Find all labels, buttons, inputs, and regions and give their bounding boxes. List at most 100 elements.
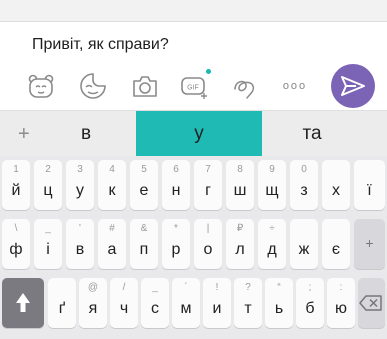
key-ш[interactable]: 8ш — [226, 160, 254, 210]
message-input[interactable]: Привіт, як справи? — [32, 36, 169, 54]
key-hint: / — [122, 282, 126, 293]
key-label: ш — [233, 182, 247, 199]
key-hint: 2 — [45, 164, 51, 175]
key-hint: 0 — [301, 164, 307, 175]
key-label: ь — [274, 300, 284, 317]
key-label: с — [151, 300, 159, 317]
key-і[interactable]: _ і — [34, 219, 62, 269]
key-hint: 4 — [109, 164, 115, 175]
key-ж[interactable]: ж — [290, 219, 318, 269]
key-б[interactable]: ; б — [296, 278, 324, 328]
key-label: а — [107, 241, 117, 258]
key-label: в — [75, 241, 85, 258]
key-hint: @ — [87, 282, 99, 293]
key-т[interactable]: ? т — [234, 278, 262, 328]
key-label: д — [267, 241, 277, 258]
send-button[interactable] — [331, 64, 375, 108]
doodle-icon[interactable] — [230, 71, 260, 101]
key-label: і — [46, 241, 50, 258]
key-label: ї — [367, 182, 372, 199]
key-label: м — [180, 300, 192, 317]
key-hint: : — [339, 282, 343, 293]
key-о[interactable]: | о — [194, 219, 222, 269]
key-ь[interactable]: “ь — [265, 278, 293, 328]
key-hint: _ — [45, 223, 51, 234]
key-х[interactable]: х — [322, 160, 350, 210]
key-label: ч — [119, 300, 129, 317]
key-д[interactable]: ÷ д — [258, 219, 286, 269]
emoji-sticker-icon[interactable] — [78, 71, 108, 101]
key-с[interactable]: _ с — [141, 278, 169, 328]
key-hint: \ — [14, 223, 18, 234]
key-hint: ₽ — [236, 223, 244, 234]
key-label: ю — [335, 300, 347, 317]
new-indicator-dot — [206, 69, 211, 74]
key-щ[interactable]: 9щ — [258, 160, 286, 210]
symbols-plus-key[interactable]: + — [354, 219, 385, 269]
key-я[interactable]: @ я — [79, 278, 107, 328]
key-hint: * — [174, 223, 178, 234]
key-label: ц — [43, 182, 53, 199]
keyboard: 1й 2ц 3у 4к 5е 6н 7г 8ш 9щ 0з х ї \ ф _ і … — [0, 156, 387, 339]
key-в[interactable]: ' в — [66, 219, 94, 269]
camera-icon[interactable] — [130, 71, 160, 101]
key-hint: # — [109, 223, 115, 234]
key-м[interactable]: ´ м — [172, 278, 200, 328]
key-hint: 6 — [173, 164, 179, 175]
key-ю[interactable]: :ю — [327, 278, 355, 328]
key-hint: 1 — [13, 164, 19, 175]
compose-area: Привіт, як справи? GIF ooo — [0, 22, 387, 109]
backspace-key[interactable] — [358, 278, 385, 328]
key-hint: | — [206, 223, 210, 234]
shift-key[interactable] — [2, 278, 44, 328]
key-label: є — [331, 241, 341, 258]
key-ч[interactable]: / ч — [110, 278, 138, 328]
key-label: щ — [265, 182, 279, 199]
key-г[interactable]: 7г — [194, 160, 222, 210]
key-label: я — [88, 300, 98, 317]
suggestion-word-active[interactable]: у — [136, 111, 262, 157]
key-л[interactable]: ₽ л — [226, 219, 254, 269]
key-hint: 7 — [205, 164, 211, 175]
key-є[interactable]: є — [322, 219, 350, 269]
more-icon[interactable]: ooo — [280, 71, 310, 101]
key-ї[interactable]: ї — [354, 160, 385, 210]
gif-icon[interactable]: GIF — [180, 69, 211, 101]
key-н[interactable]: 6н — [162, 160, 190, 210]
key-и[interactable]: ! и — [203, 278, 231, 328]
key-label: ф — [9, 241, 23, 258]
key-к[interactable]: 4к — [98, 160, 126, 210]
key-hint: ! — [215, 282, 219, 293]
key-р[interactable]: * р — [162, 219, 190, 269]
key-а[interactable]: # а — [98, 219, 126, 269]
key-е[interactable]: 5е — [130, 160, 158, 210]
shift-arrow-icon — [16, 293, 30, 312]
key-label: е — [139, 182, 149, 199]
key-label: т — [244, 300, 252, 317]
key-з[interactable]: 0з — [290, 160, 318, 210]
key-й[interactable]: 1й — [2, 160, 30, 210]
key-label: х — [332, 182, 340, 199]
suggestion-plus-button[interactable]: + — [18, 123, 30, 146]
key-label: р — [171, 241, 181, 258]
key-hint: ? — [245, 282, 251, 293]
key-hint: 5 — [141, 164, 147, 175]
key-hint: ' — [79, 223, 81, 234]
key-ґ[interactable]: ґ — [48, 278, 76, 328]
key-ц[interactable]: 2ц — [34, 160, 62, 210]
sticker-icon[interactable] — [26, 71, 56, 101]
send-icon — [341, 76, 365, 96]
key-label: о — [203, 241, 213, 258]
key-hint: “ — [277, 282, 281, 293]
key-п[interactable]: & п — [130, 219, 158, 269]
key-у[interactable]: 3у — [66, 160, 94, 210]
key-label: ґ — [58, 300, 66, 317]
key-hint: ; — [308, 282, 312, 293]
backspace-icon — [359, 295, 382, 311]
suggestion-word[interactable]: в — [36, 111, 136, 157]
top-status-strip — [0, 0, 387, 22]
key-ф[interactable]: \ ф — [2, 219, 30, 269]
suggestion-word[interactable]: та — [262, 111, 362, 157]
key-label: б — [305, 300, 315, 317]
key-hint: 8 — [237, 164, 243, 175]
